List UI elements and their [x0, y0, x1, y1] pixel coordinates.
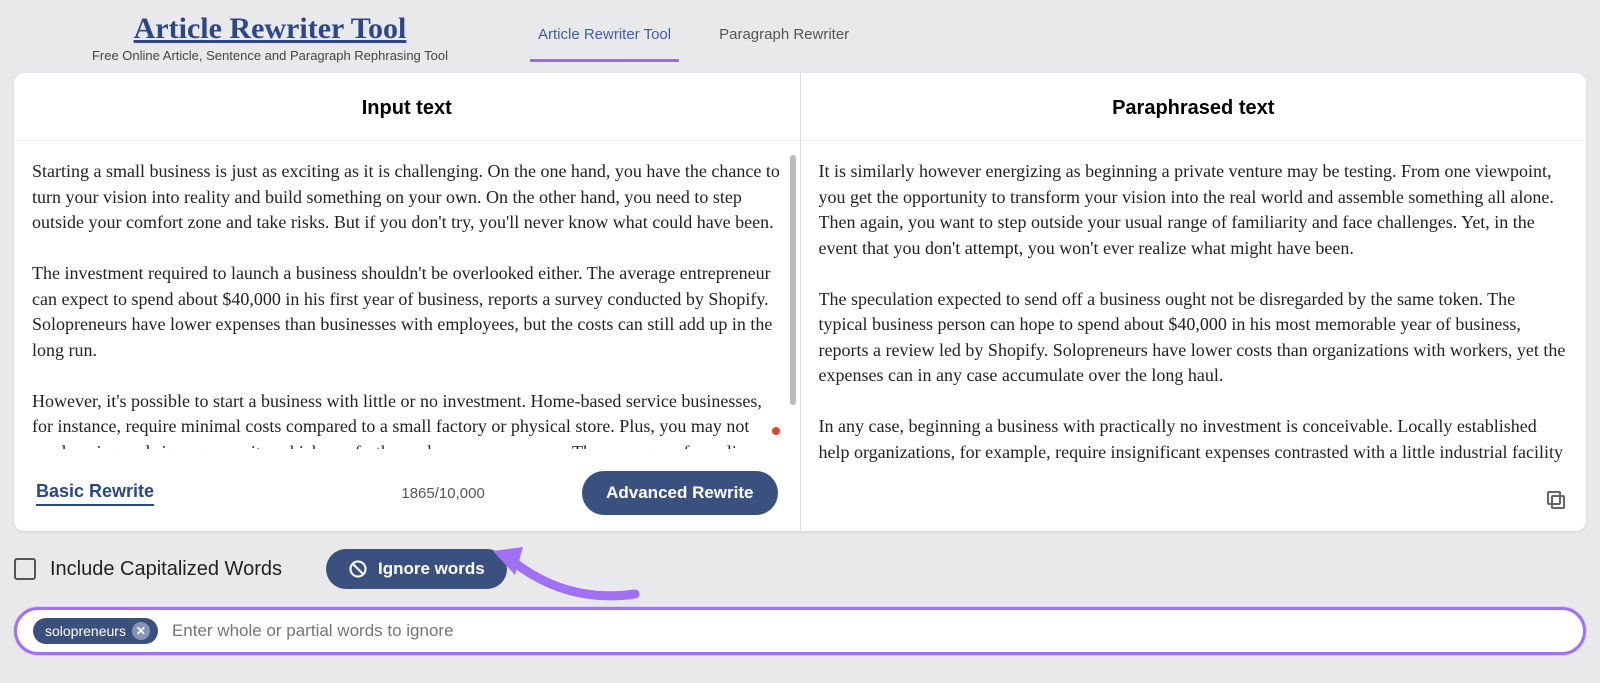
error-dot-icon	[772, 427, 780, 435]
checkbox-icon	[14, 558, 36, 580]
annotation-arrow-icon	[485, 529, 655, 609]
basic-rewrite-button[interactable]: Basic Rewrite	[36, 481, 154, 506]
tab-paragraph-rewriter[interactable]: Paragraph Rewriter	[711, 26, 857, 62]
brand-subtitle: Free Online Article, Sentence and Paragr…	[80, 48, 460, 63]
ignore-words-button[interactable]: Ignore words	[326, 549, 507, 589]
input-header: Input text	[14, 73, 800, 141]
ban-icon	[348, 559, 368, 579]
output-text: It is similarly however energizing as be…	[819, 159, 1569, 523]
advanced-rewrite-button[interactable]: Advanced Rewrite	[582, 471, 777, 515]
ignore-words-label: Ignore words	[378, 559, 485, 579]
chip-remove-icon[interactable]: ✕	[132, 622, 150, 640]
ignore-words-field[interactable]: solopreneurs ✕	[14, 607, 1586, 655]
input-pane: Input text Starting a small business is …	[14, 73, 801, 531]
nav-tabs: Article Rewriter Tool Paragraph Rewriter	[530, 12, 857, 62]
char-counter: 1865/10,000	[401, 485, 484, 502]
output-pane: Paraphrased text It is similarly however…	[801, 73, 1587, 531]
output-header: Paraphrased text	[801, 73, 1587, 141]
copy-icon[interactable]	[1544, 488, 1568, 517]
include-capitalized-checkbox[interactable]: Include Capitalized Words	[14, 558, 282, 581]
ignore-words-input[interactable]	[172, 621, 1567, 641]
include-capitalized-label: Include Capitalized Words	[50, 558, 282, 581]
tab-article-rewriter[interactable]: Article Rewriter Tool	[530, 26, 679, 62]
input-text[interactable]: Starting a small business is just as exc…	[32, 159, 782, 449]
ignore-chip: solopreneurs ✕	[33, 618, 158, 644]
ignore-chip-label: solopreneurs	[45, 623, 126, 639]
scrollbar[interactable]	[790, 155, 796, 405]
brand-title[interactable]: Article Rewriter Tool	[80, 12, 460, 46]
